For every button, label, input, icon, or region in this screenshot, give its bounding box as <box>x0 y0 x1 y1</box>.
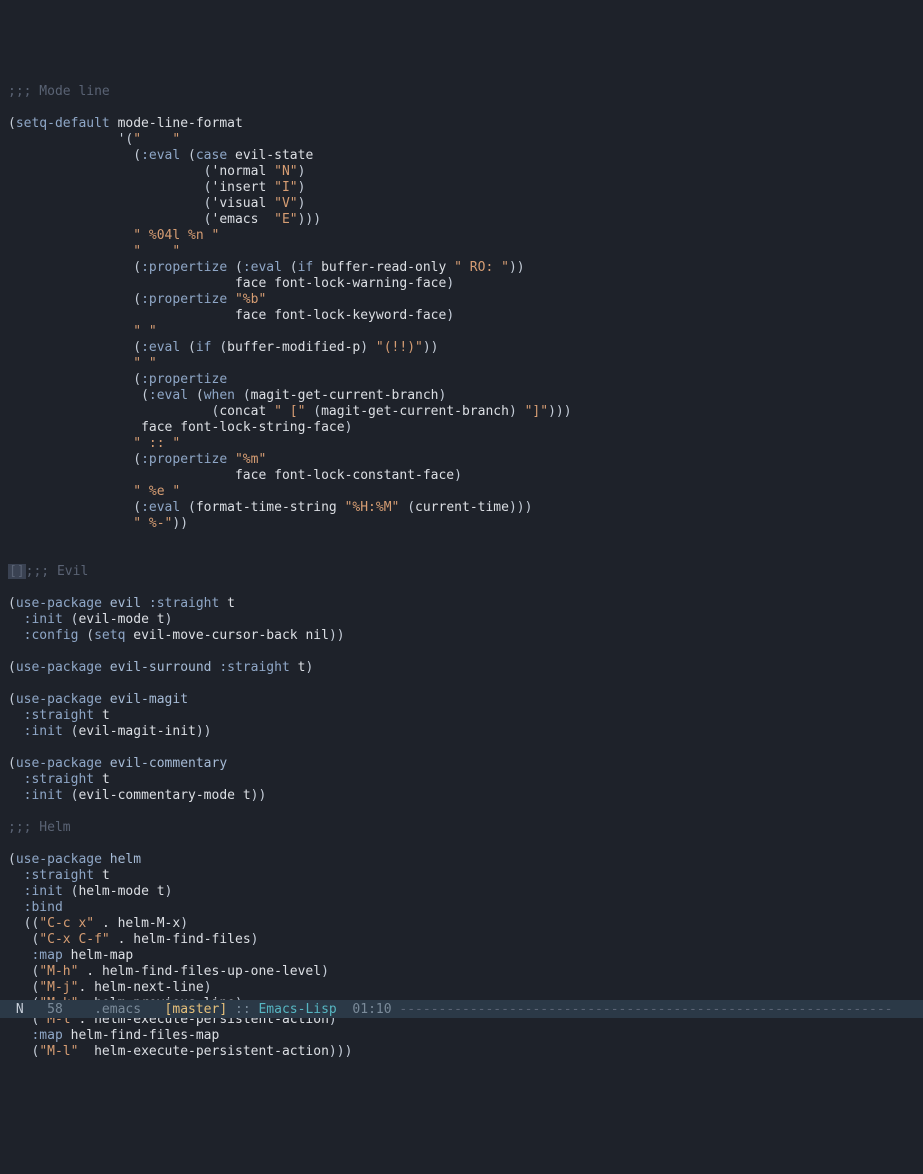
mode-line-buffer-name: .emacs <box>63 1002 165 1018</box>
mode-line-separator: :: <box>227 1002 258 1018</box>
mode-line-major-mode: Emacs-Lisp <box>258 1002 336 1018</box>
package-evil-magit: evil-magit <box>110 692 188 707</box>
mode-line-fill: ----------------------------------------… <box>399 1002 892 1018</box>
code-editor[interactable]: ;;; Mode line (setq-default mode-line-fo… <box>0 64 923 1062</box>
mode-line-line-number: 58 <box>31 1002 62 1018</box>
package-evil: evil <box>110 596 141 611</box>
package-helm: helm <box>110 852 141 867</box>
mode-line-git-branch: [master] <box>165 1002 228 1018</box>
keyword-setq-default: setq-default <box>16 116 110 131</box>
comment: ;;; Mode line <box>8 84 110 99</box>
cursor-block: [] <box>8 564 26 579</box>
package-evil-commentary: evil-commentary <box>110 756 227 771</box>
mode-line-evil-state: N <box>8 1002 31 1018</box>
keyword-case: case <box>196 148 227 163</box>
mode-line: N 58 .emacs [master] :: Emacs-Lisp 01:10… <box>0 1000 923 1018</box>
package-evil-surround: evil-surround <box>110 660 212 675</box>
keyword-eval: :eval <box>141 148 180 163</box>
keyword-use-package: use-package <box>16 596 102 611</box>
mode-line-time: 01:10 <box>337 1002 400 1018</box>
symbol: mode-line-format <box>118 116 243 131</box>
string: " " <box>133 132 180 147</box>
